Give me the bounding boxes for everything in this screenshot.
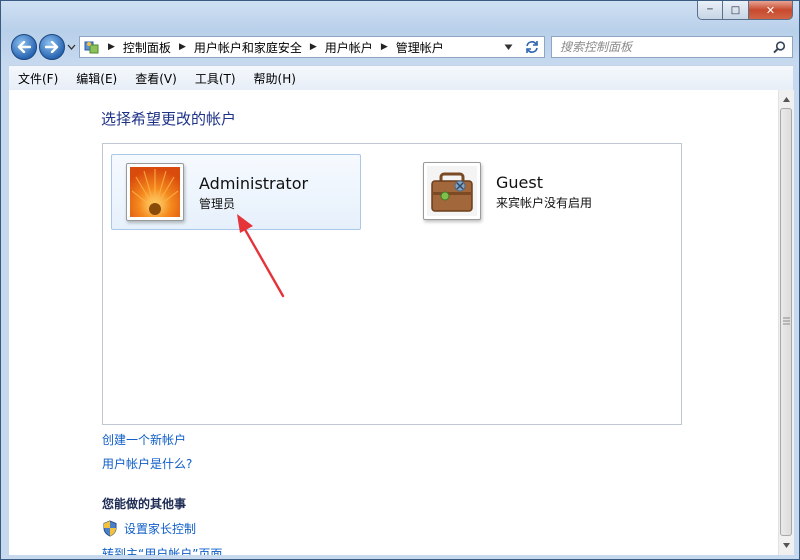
goto-user-accounts-link[interactable]: 转到主“用户帐户”页面 bbox=[102, 545, 222, 555]
close-icon: ✕ bbox=[765, 3, 776, 17]
briefcase-avatar-icon bbox=[427, 166, 477, 216]
minimize-icon: ─ bbox=[707, 5, 713, 15]
address-bar[interactable]: ▶ 控制面板 ▶ 用户帐户和家庭安全 ▶ 用户帐户 ▶ 管理帐户 bbox=[79, 36, 545, 58]
forward-button[interactable] bbox=[39, 34, 65, 60]
address-dropdown-icon[interactable] bbox=[504, 44, 513, 51]
search-icon[interactable] bbox=[773, 41, 786, 54]
menu-help[interactable]: 帮助(H) bbox=[245, 70, 305, 87]
breadcrumb-separator[interactable]: ▶ bbox=[179, 42, 186, 52]
refresh-icon[interactable] bbox=[524, 40, 540, 54]
parental-controls-label: 设置家长控制 bbox=[124, 522, 197, 536]
scroll-down-button[interactable] bbox=[780, 537, 793, 553]
navigation-bar: ▶ 控制面板 ▶ 用户帐户和家庭安全 ▶ 用户帐户 ▶ 管理帐户 搜索控制面板 bbox=[1, 31, 800, 63]
account-tile-guest[interactable]: Guest 来宾帐户没有启用 bbox=[409, 154, 659, 230]
breadcrumb-separator: ▶ bbox=[108, 42, 115, 52]
scrollbar-thumb[interactable] bbox=[780, 108, 792, 536]
search-input[interactable]: 搜索控制面板 bbox=[551, 36, 793, 58]
breadcrumb-manage-accounts[interactable]: 管理帐户 bbox=[396, 39, 444, 56]
menu-tools[interactable]: 工具(T) bbox=[186, 70, 245, 87]
search-placeholder: 搜索控制面板 bbox=[560, 40, 633, 54]
breadcrumb-separator[interactable]: ▶ bbox=[310, 42, 317, 52]
scroll-up-icon bbox=[783, 96, 790, 102]
create-account-link[interactable]: 创建一个新帐户 bbox=[102, 431, 186, 448]
what-is-user-account-link[interactable]: 用户帐户是什么? bbox=[102, 455, 192, 472]
control-panel-icon bbox=[84, 41, 99, 54]
menu-view[interactable]: 查看(V) bbox=[126, 70, 186, 87]
avatar bbox=[126, 163, 184, 221]
breadcrumb-separator[interactable]: ▶ bbox=[381, 42, 388, 52]
other-tasks-heading: 您能做的其他事 bbox=[102, 497, 187, 511]
flower-avatar-icon bbox=[130, 167, 180, 217]
minimize-button[interactable]: ─ bbox=[697, 1, 723, 20]
back-button[interactable] bbox=[11, 34, 37, 60]
scroll-up-button[interactable] bbox=[780, 91, 793, 107]
annotation-arrow bbox=[237, 214, 285, 298]
breadcrumb-user-accounts[interactable]: 用户帐户 bbox=[325, 39, 373, 56]
breadcrumb-control-panel[interactable]: 控制面板 bbox=[123, 39, 171, 56]
account-role: 来宾帐户没有启用 bbox=[496, 196, 593, 210]
parental-controls-link[interactable]: 设置家长控制 bbox=[102, 520, 196, 537]
account-name: Guest bbox=[496, 173, 543, 192]
recent-pages-dropdown-icon[interactable] bbox=[67, 44, 76, 51]
uac-shield-icon bbox=[103, 520, 117, 537]
avatar bbox=[423, 162, 481, 220]
scroll-down-icon bbox=[783, 542, 790, 548]
caption-buttons: ─ □ ✕ bbox=[697, 1, 793, 20]
window-frame: ─ □ ✕ ▶ 控制面板 ▶ 用户帐户和家庭安全 ▶ 用户帐户 ▶ 管理帐户 搜… bbox=[0, 0, 800, 560]
back-arrow-icon bbox=[17, 41, 31, 53]
grip-icon bbox=[783, 317, 790, 325]
menu-edit[interactable]: 编辑(E) bbox=[67, 70, 126, 87]
account-name: Administrator bbox=[199, 174, 309, 193]
breadcrumb-user-accounts-family-safety[interactable]: 用户帐户和家庭安全 bbox=[194, 39, 302, 56]
forward-arrow-icon bbox=[45, 41, 59, 53]
menu-bar: 文件(F) 编辑(E) 查看(V) 工具(T) 帮助(H) bbox=[9, 65, 793, 91]
maximize-button[interactable]: □ bbox=[723, 1, 749, 20]
page-title: 选择希望更改的帐户 bbox=[101, 110, 237, 128]
menu-file[interactable]: 文件(F) bbox=[9, 70, 67, 87]
maximize-icon: □ bbox=[730, 4, 741, 16]
accounts-panel: Administrator 管理员 Guest 来宾帐户没有启用 bbox=[102, 143, 682, 425]
close-button[interactable]: ✕ bbox=[749, 1, 793, 20]
content-area: 选择希望更改的帐户 Administrator 管理员 Guest 来宾帐户没有… bbox=[9, 90, 778, 555]
vertical-scrollbar[interactable] bbox=[778, 90, 794, 555]
